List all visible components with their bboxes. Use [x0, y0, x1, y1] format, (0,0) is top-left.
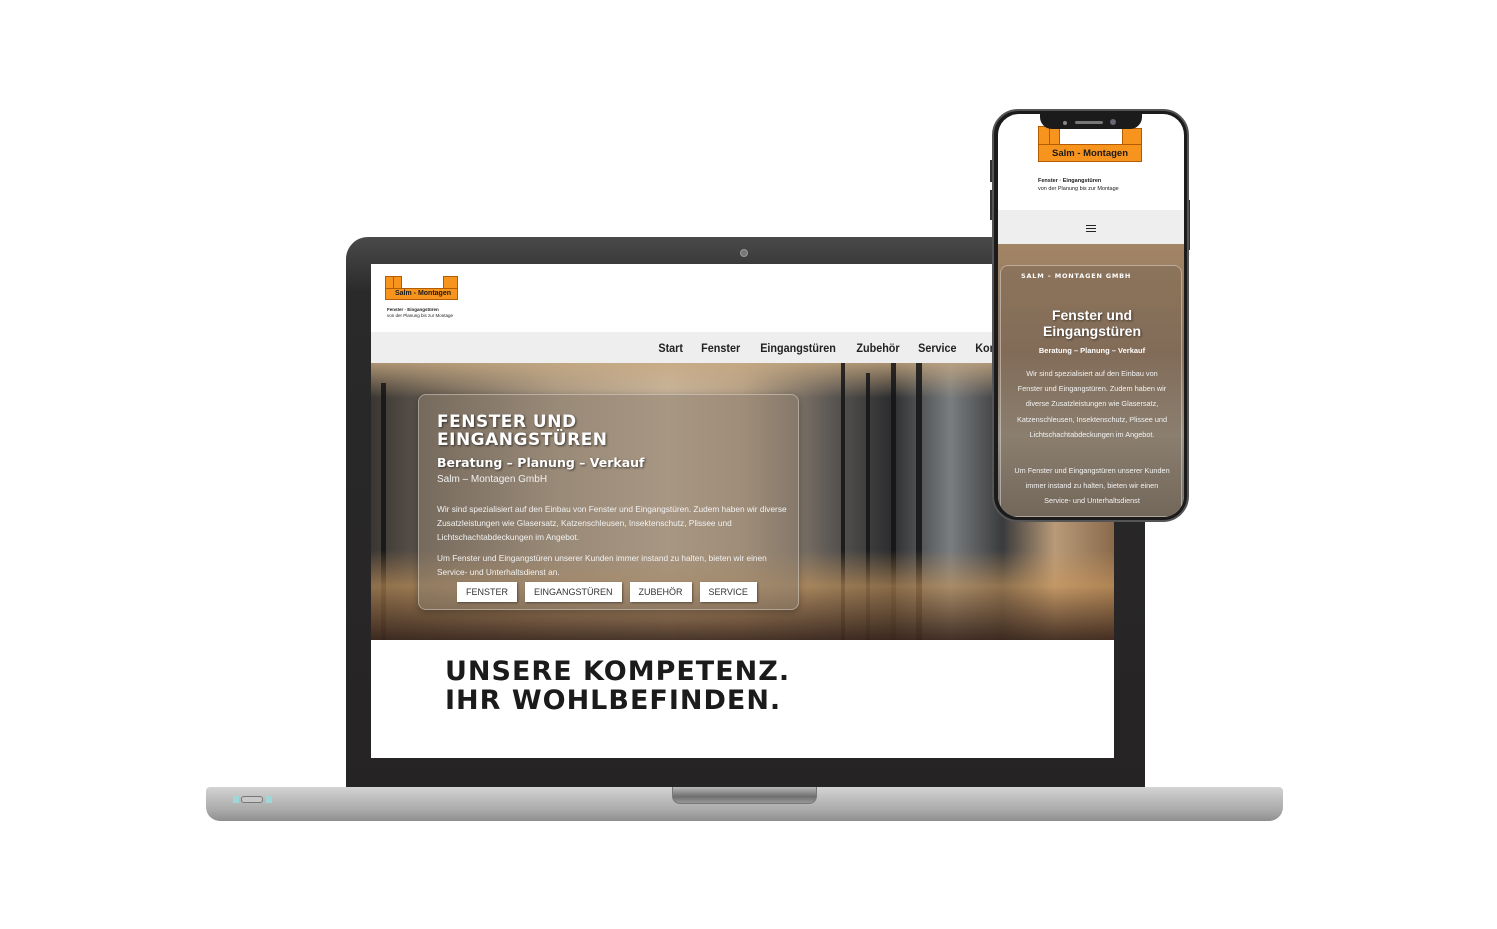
zubehoer-button[interactable]: ZUBEHÖR — [629, 582, 692, 602]
mobile-title-line-1: Fenster und — [1051, 307, 1133, 323]
hero-card: FENSTER UND EINGANGSTÜREN Beratung – Pla… — [418, 394, 799, 610]
logo-tagline-2: von der Planung bis zur Montage — [1038, 186, 1119, 192]
mobile-logo[interactable]: Salm - Montagen Fenster · Eingangstüren … — [1038, 122, 1148, 192]
hero-title: FENSTER UND EINGANGSTÜREN — [437, 413, 608, 449]
hero-company: Salm – Montagen GmbH — [437, 474, 548, 485]
phone-screen: Salm - Montagen Fenster · Eingangstüren … — [998, 114, 1184, 517]
usb-port — [241, 796, 263, 803]
nav-zubehoer[interactable]: Zubehör — [857, 341, 900, 355]
hero-buttons: FENSTER EINGANGSTÜREN ZUBEHÖR SERVICE — [457, 582, 757, 602]
mobile-title-line-2: Eingangstüren — [1042, 323, 1141, 339]
phone-speaker — [1075, 121, 1103, 124]
fenster-button[interactable]: FENSTER — [457, 582, 518, 602]
nav-fenster[interactable]: Fenster — [701, 341, 740, 355]
nav-start[interactable]: Start — [659, 341, 684, 355]
logo[interactable]: Salm - Montagen Fenster · Eingangstüren … — [385, 276, 465, 326]
laptop-opening-notch — [672, 787, 817, 804]
hamburger-icon[interactable] — [1086, 225, 1096, 232]
hero-title-line-1: FENSTER UND — [437, 412, 577, 432]
indicator-light — [266, 796, 272, 803]
logo-tagline-2: von der Planung bis zur Montage — [387, 313, 454, 318]
hero-subtitle: Beratung – Planung – Verkauf — [437, 455, 645, 470]
mobile-hero-card: SALM – MONTAGEN GMBH Fenster und Eingang… — [1000, 265, 1182, 517]
nav-eingangstueren[interactable]: Eingangstüren — [760, 341, 836, 355]
phone-sensor — [1063, 121, 1067, 125]
nav-service[interactable]: Service — [918, 341, 956, 355]
eingangstueren-button[interactable]: EINGANGSTÜREN — [525, 582, 622, 602]
logo-brand: Salm - Montagen — [395, 290, 452, 297]
mobile-hero: SALM – MONTAGEN GMBH Fenster und Eingang… — [998, 244, 1184, 517]
hero-paragraph-2: Um Fenster und Eingangstüren unserer Kun… — [437, 553, 767, 577]
hero-paragraph-1: Wir sind spezialisiert auf den Einbau vo… — [437, 504, 787, 542]
claim-heading: UNSERE KOMPETENZ. IHR WOHLBEFINDEN. — [445, 657, 790, 715]
mobile-paragraph-2: Um Fenster und Eingangstüren unserer Kun… — [1014, 466, 1170, 506]
mobile-hero-title: Fenster und Eingangstüren — [1001, 307, 1183, 339]
mobile-menu-bar — [998, 210, 1184, 244]
claim-line-2: IHR WOHLBEFINDEN. — [445, 685, 782, 716]
logo-tagline-1: Fenster · Eingangstüren — [1038, 178, 1102, 184]
service-button[interactable]: SERVICE — [699, 582, 757, 602]
logo-tagline-1: Fenster · Eingangstüren — [387, 307, 439, 312]
indicator-light — [233, 796, 239, 803]
device-mockup: Salm - Montagen Fenster · Eingangstüren … — [0, 0, 1497, 929]
logo-brand: Salm - Montagen — [1052, 148, 1129, 159]
phone-front-camera — [1110, 119, 1116, 125]
claim-line-1: UNSERE KOMPETENZ. — [445, 656, 791, 687]
mobile-hero-subtitle: Beratung – Planung – Verkauf — [1038, 346, 1146, 355]
hero-title-line-2: EINGANGSTÜREN — [437, 430, 608, 450]
mobile-paragraph-1: Wir sind spezialisiert auf den Einbau vo… — [1016, 369, 1168, 439]
mobile-company: SALM – MONTAGEN GMBH — [1021, 272, 1132, 280]
webcam — [740, 249, 748, 257]
